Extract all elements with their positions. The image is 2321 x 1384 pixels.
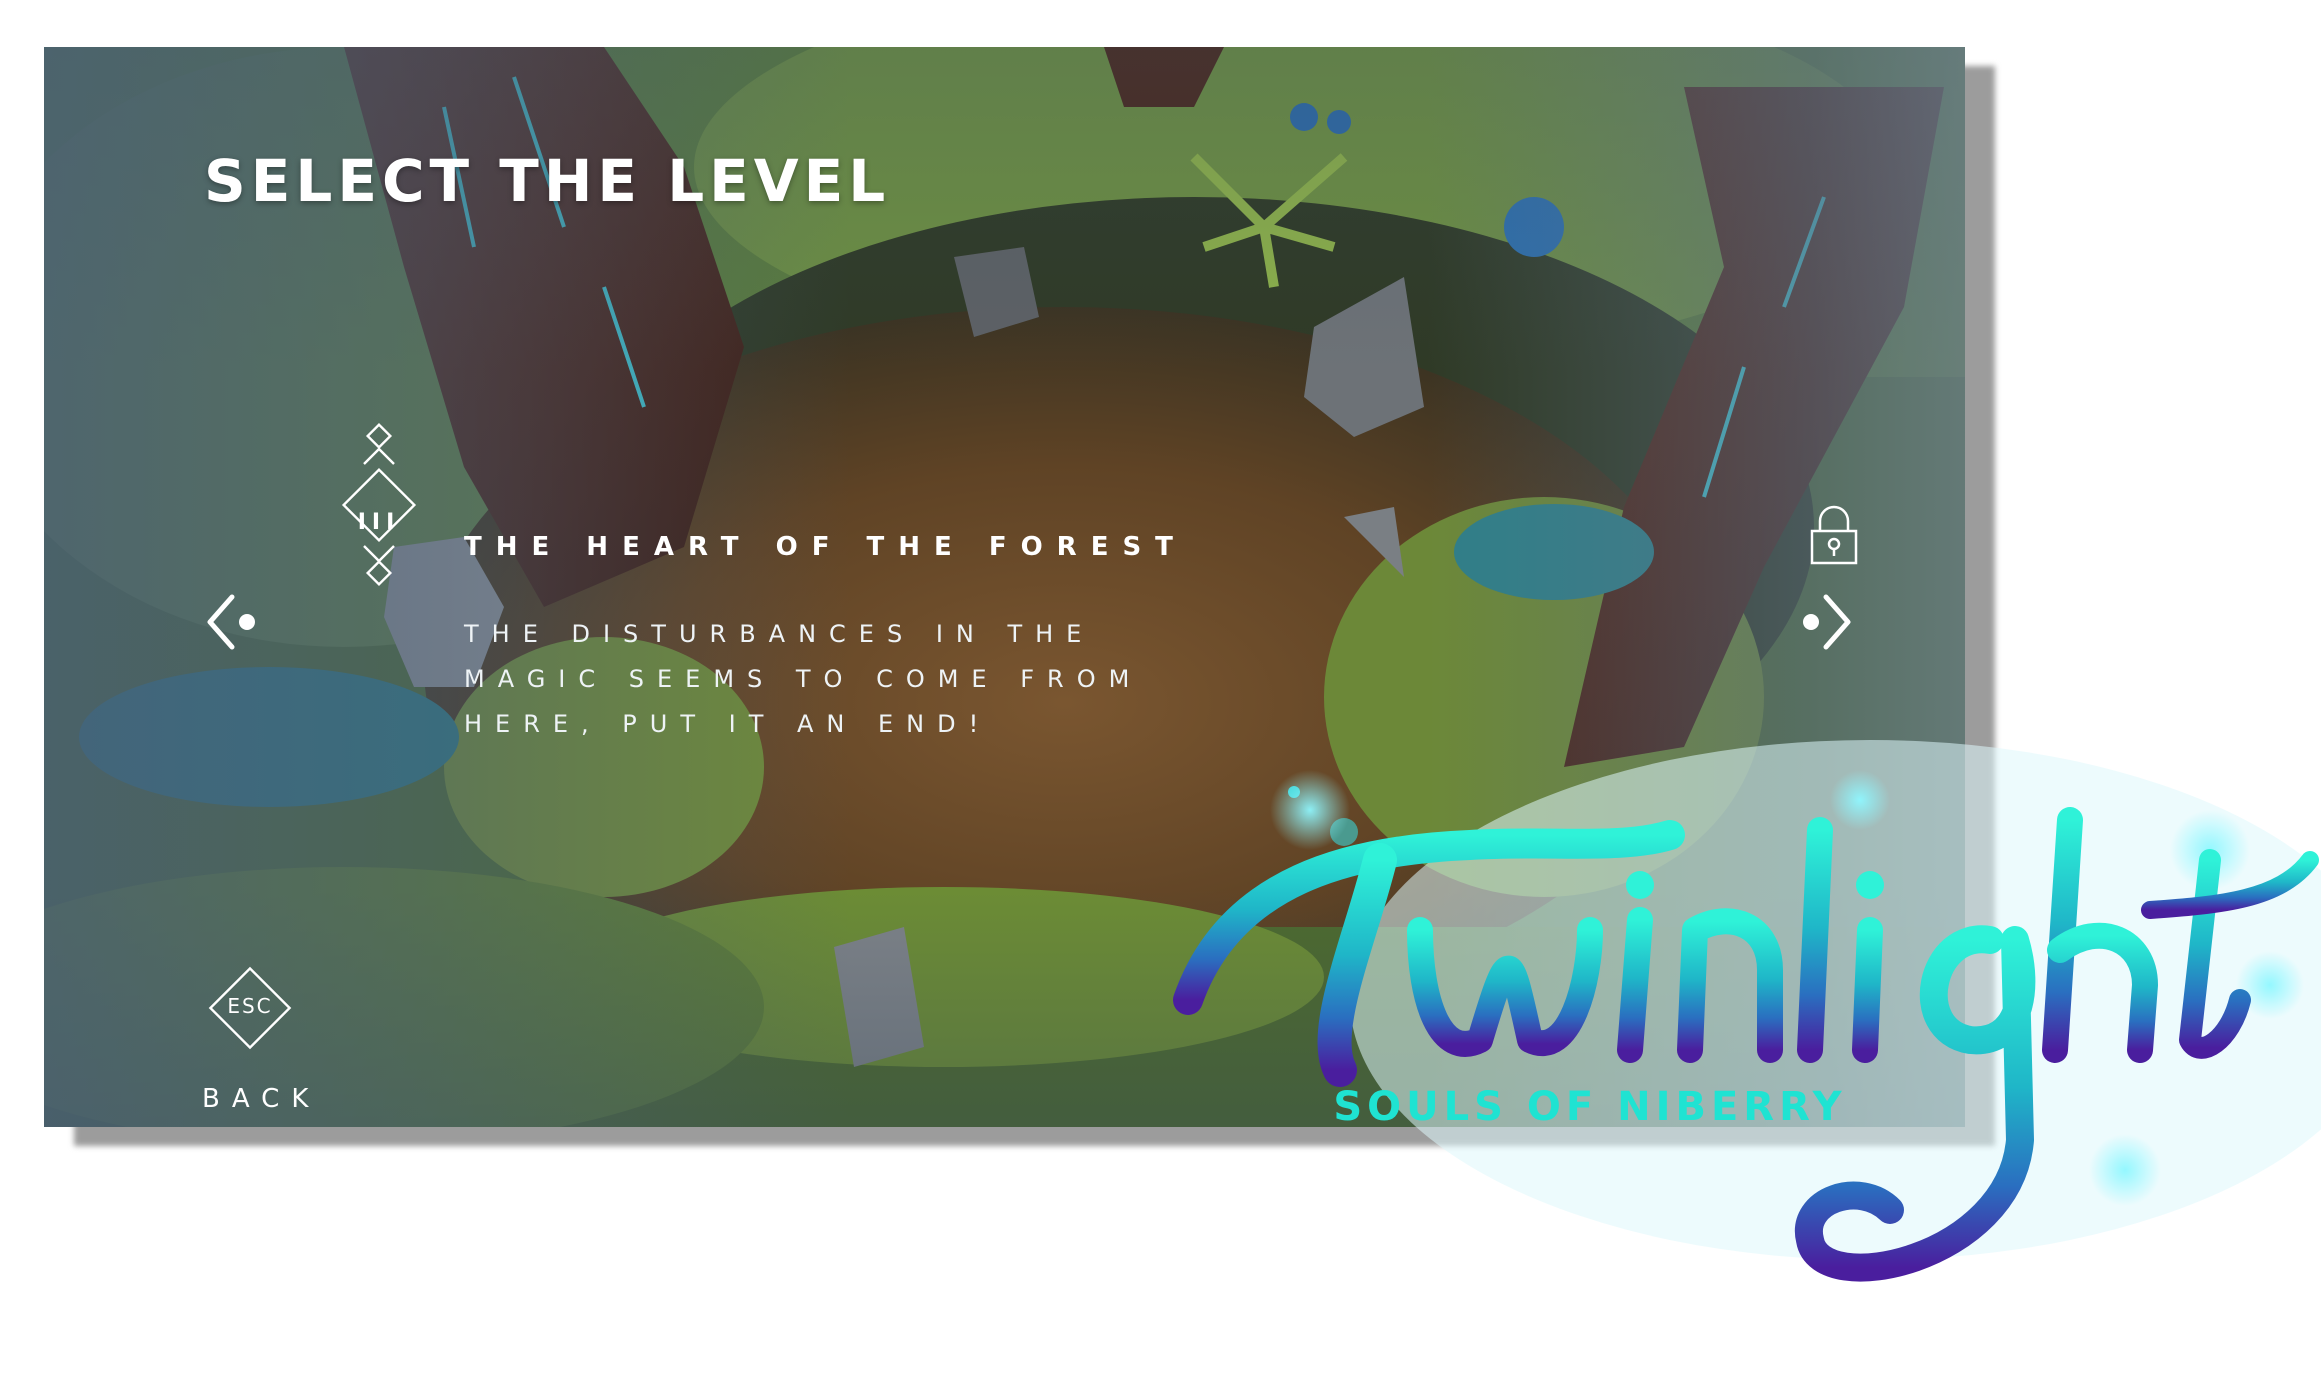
page-title: SELECT THE LEVEL — [204, 147, 891, 215]
next-level-button[interactable] — [1786, 587, 1856, 657]
chevron-left-icon — [207, 594, 255, 650]
chevron-right-icon — [1803, 594, 1851, 650]
padlock-icon — [1810, 505, 1858, 565]
page: SELECT THE LEVEL III THE HEART OF THE FO… — [0, 0, 2321, 1384]
level-number: III — [357, 510, 401, 535]
level-badge-diamond-icon — [341, 422, 417, 587]
back-button[interactable]: BACK — [202, 1084, 320, 1114]
esc-key-label: ESC — [227, 994, 273, 1018]
level-description: The disturbances in the magic seems to c… — [464, 620, 1143, 738]
previous-level-button[interactable] — [202, 587, 272, 657]
logo-subtitle: SOULS OF NIBERRY — [1333, 1084, 1846, 1130]
twinlight-logo: SOULS OF NIBERRY — [1173, 740, 2321, 1282]
level-name: THE HEART OF THE FOREST — [464, 532, 1187, 562]
